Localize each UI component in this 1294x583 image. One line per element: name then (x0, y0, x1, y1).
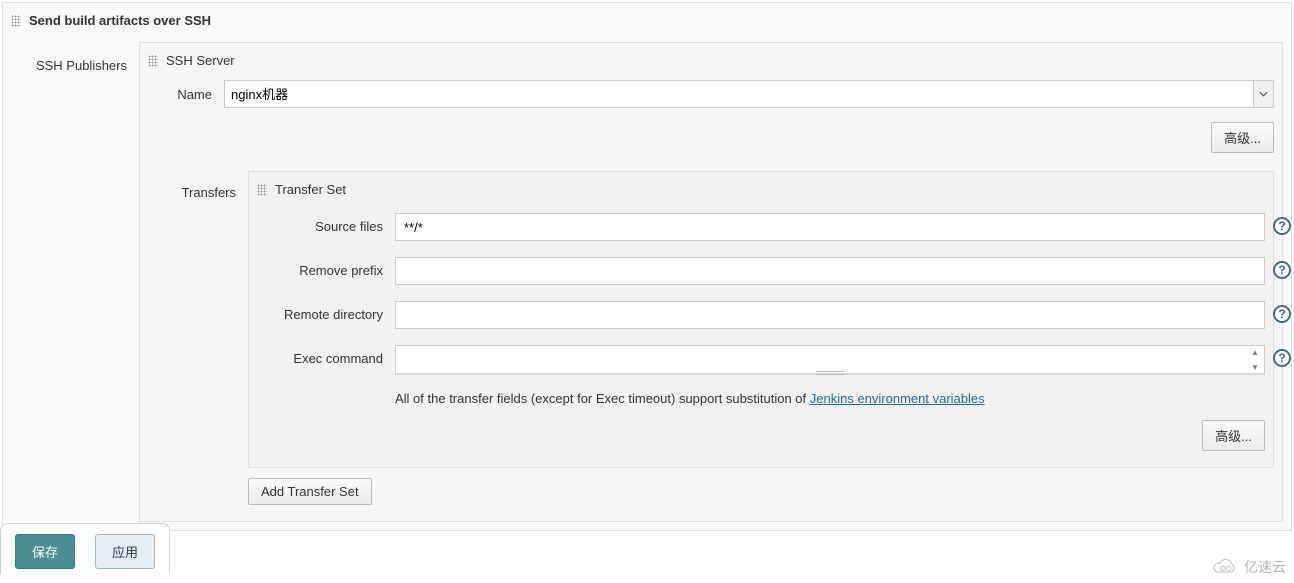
drag-handle-icon[interactable] (11, 15, 21, 27)
advanced-button-2[interactable]: 高级... (1202, 420, 1265, 451)
drag-handle-icon[interactable] (148, 55, 158, 67)
name-label: Name (148, 87, 224, 102)
transfer-set-header: Transfer Set (257, 172, 1265, 205)
help-icon[interactable]: ? (1273, 305, 1291, 323)
help-icon[interactable]: ? (1273, 217, 1291, 235)
watermark-text: 亿速云 (1244, 557, 1286, 577)
exec-command-label: Exec command (257, 345, 395, 366)
bottom-action-bar: 保存 应用 (0, 523, 170, 583)
cloud-logo-icon (1212, 558, 1238, 576)
ssh-server-block: SSH Server Name nginx机器 (139, 42, 1283, 522)
help-icon[interactable]: ? (1273, 261, 1291, 279)
transfer-set-block: Transfer Set Source files ? Remove (248, 171, 1274, 468)
save-button[interactable]: 保存 (15, 534, 75, 569)
add-transfer-set-button[interactable]: Add Transfer Set (248, 478, 372, 505)
env-variables-link[interactable]: Jenkins environment variables (810, 391, 985, 406)
ssh-publishers-label: SSH Publishers (11, 42, 139, 522)
drag-handle-icon[interactable] (257, 184, 267, 196)
advanced-button[interactable]: 高级... (1211, 122, 1274, 153)
watermark: 亿速云 (1212, 557, 1286, 577)
source-files-label: Source files (257, 213, 395, 234)
section-header: Send build artifacts over SSH (3, 3, 1291, 38)
help-note: All of the transfer fields (except for E… (257, 383, 1265, 412)
help-icon[interactable]: ? (1273, 349, 1291, 367)
section-title: Send build artifacts over SSH (29, 13, 211, 28)
ssh-server-name-select[interactable]: nginx机器 (224, 80, 1274, 108)
apply-button[interactable]: 应用 (95, 534, 155, 569)
remove-prefix-label: Remove prefix (257, 257, 395, 278)
remote-directory-label: Remote directory (257, 301, 395, 322)
remove-prefix-input[interactable] (395, 257, 1265, 285)
transfers-label: Transfers (148, 171, 248, 505)
source-files-input[interactable] (395, 213, 1265, 241)
ssh-publish-section: Send build artifacts over SSH SSH Publis… (2, 2, 1292, 531)
resize-gripper-icon[interactable] (816, 371, 844, 375)
ssh-server-header: SSH Server (140, 43, 1282, 74)
exec-command-input[interactable] (396, 346, 1264, 373)
remote-directory-input[interactable] (395, 301, 1265, 329)
